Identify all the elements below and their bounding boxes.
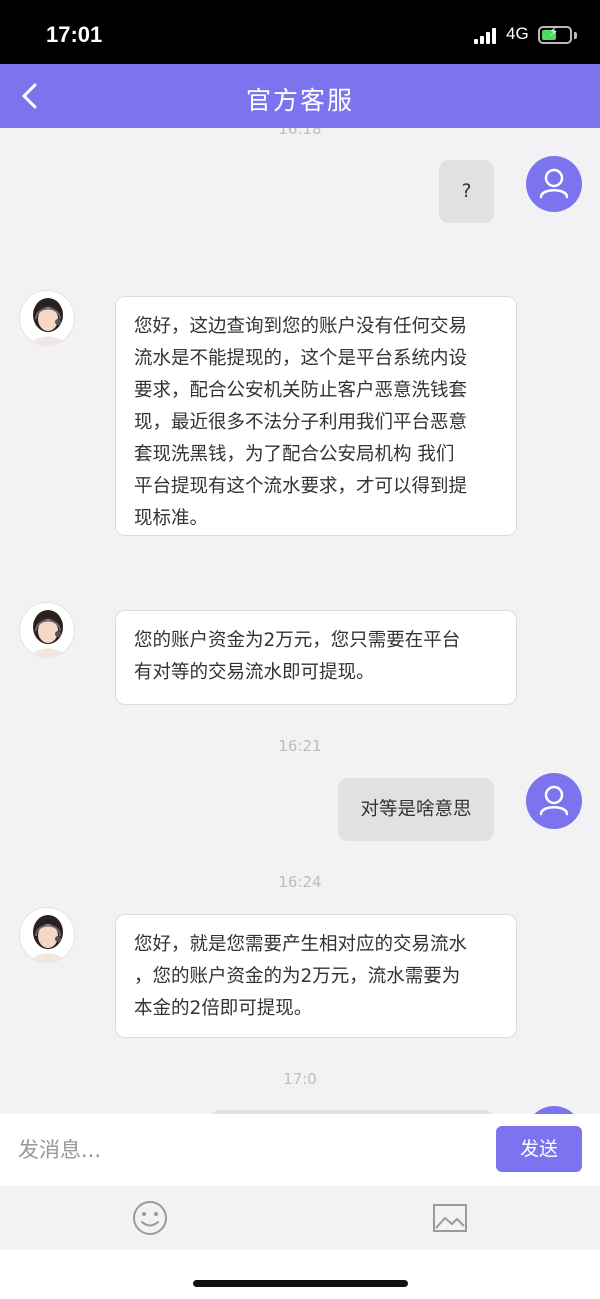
user-icon — [539, 785, 569, 816]
chat-area[interactable]: 16:18 ? 您好，这边查询到您的账户没有任何交易 流水是不能提现的，这个是平… — [0, 128, 600, 1114]
message-line: 有对等的交易流水即可提现。 — [134, 662, 375, 683]
image-button[interactable] — [430, 1198, 470, 1238]
agent-message-bubble: 您的账户资金为2万元，您只需要在平台 有对等的交易流水即可提现。 — [115, 610, 517, 705]
message-line: 套现洗黑钱，为了配合公安局机构 我们 — [134, 444, 455, 465]
message-line: 平台提现有这个流水要求，才可以得到提 — [134, 476, 468, 497]
agent-avatar[interactable] — [19, 290, 75, 346]
message-line: 您好，就是您需要产生相对应的交易流水 — [134, 934, 468, 955]
timestamp: 16:21 — [278, 737, 322, 755]
agent-message-bubble: 您好，这边查询到您的账户没有任何交易 流水是不能提现的，这个是平台系统内设 要求… — [115, 296, 517, 536]
user-avatar[interactable] — [526, 156, 582, 212]
agent-avatar-icon — [20, 908, 74, 962]
network-type: 4G — [506, 24, 529, 43]
home-area — [0, 1250, 600, 1299]
message-line: 您的账户资金为2万元，您只需要在平台 — [134, 630, 461, 651]
emoji-button[interactable] — [130, 1198, 170, 1238]
header: 官方客服 — [0, 64, 600, 128]
user-icon — [539, 168, 569, 199]
battery-charging-icon: ⚡ — [538, 25, 572, 44]
message-line: 您好，这边查询到您的账户没有任何交易 — [134, 316, 468, 337]
agent-message-bubble: 您好，就是您需要产生相对应的交易流水 ，您的账户资金的为2万元，流水需要为 本金… — [115, 914, 517, 1038]
message-line: 现，最近很多不法分子利用我们平台恶意 — [134, 412, 468, 433]
agent-avatar-icon — [20, 291, 74, 345]
agent-avatar[interactable] — [19, 602, 75, 658]
status-time: 17:01 — [46, 22, 103, 47]
message-line: 现标准。 — [134, 508, 209, 529]
message-line: ，您的账户资金的为2万元，流水需要为 — [134, 966, 461, 987]
message-input[interactable] — [0, 1114, 480, 1186]
timestamp: 16:18 — [278, 128, 322, 138]
status-bar: 17:01 4G ⚡ — [0, 0, 600, 64]
image-icon — [433, 1204, 467, 1232]
battery-cap — [574, 32, 577, 39]
user-avatar[interactable] — [526, 773, 582, 829]
agent-avatar[interactable] — [19, 907, 75, 963]
emoji-icon — [133, 1201, 167, 1235]
home-indicator[interactable] — [193, 1280, 408, 1287]
signal-icon — [474, 28, 500, 44]
agent-avatar-icon — [20, 603, 74, 657]
message-line: 要求，配合公安机关防止客户恶意洗钱套 — [134, 380, 468, 401]
message-line: 流水是不能提现的，这个是平台系统内设 — [134, 348, 468, 369]
user-message-bubble: 对等是啥意思 — [338, 778, 494, 841]
user-avatar-partial — [526, 1106, 582, 1114]
page-title: 官方客服 — [245, 86, 354, 115]
timestamp: 17:0 — [283, 1070, 317, 1088]
timestamp: 16:24 — [278, 873, 322, 891]
composer: 发送 — [0, 1114, 600, 1186]
message-line: 本金的2倍即可提现。 — [134, 998, 313, 1019]
user-message-bubble: ? — [439, 160, 494, 223]
composer-toolbar — [0, 1186, 600, 1250]
send-button[interactable]: 发送 — [496, 1126, 582, 1172]
